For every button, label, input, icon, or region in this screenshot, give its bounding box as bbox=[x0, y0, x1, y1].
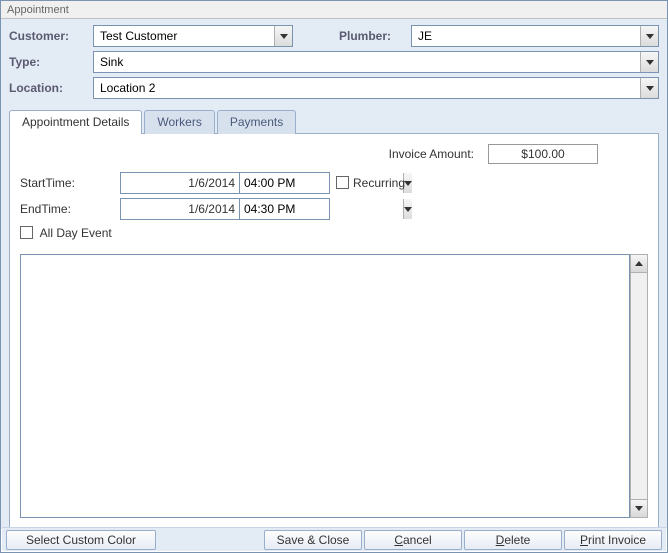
invoice-amount-value: $100.00 bbox=[488, 144, 598, 164]
recurring-checkbox[interactable] bbox=[336, 176, 349, 189]
location-input[interactable] bbox=[94, 78, 640, 98]
notes-textarea[interactable] bbox=[20, 254, 630, 518]
window-title: Appointment bbox=[7, 4, 69, 16]
end-date-input[interactable]: 1/6/2014 bbox=[120, 198, 240, 220]
allday-label: All Day Event bbox=[40, 226, 112, 240]
location-label: Location: bbox=[9, 81, 87, 95]
location-combo[interactable] bbox=[93, 77, 659, 99]
location-drop-icon[interactable] bbox=[640, 78, 658, 98]
invoice-amount-label: Invoice Amount: bbox=[389, 147, 474, 161]
header-panel: Customer: Plumber: Type: Location: bbox=[1, 19, 667, 109]
customer-input[interactable] bbox=[94, 26, 274, 46]
window-titlebar: Appointment bbox=[1, 1, 667, 19]
plumber-input[interactable] bbox=[412, 26, 640, 46]
recurring-label: Recurring bbox=[353, 176, 405, 190]
endtime-label: EndTime: bbox=[20, 202, 120, 216]
chevron-up-icon bbox=[635, 261, 643, 266]
tab-container: Appointment Details Workers Payments Inv… bbox=[1, 109, 667, 529]
scroll-down-button[interactable] bbox=[631, 499, 647, 517]
type-input[interactable] bbox=[94, 52, 640, 72]
chevron-down-icon bbox=[404, 181, 412, 186]
appointment-window: Appointment Customer: Plumber: Type: Loc… bbox=[0, 0, 668, 553]
start-time-combo[interactable] bbox=[240, 172, 330, 194]
plumber-label: Plumber: bbox=[325, 29, 405, 43]
allday-checkbox[interactable] bbox=[20, 226, 33, 239]
chevron-down-icon bbox=[646, 60, 654, 65]
chevron-down-icon bbox=[646, 86, 654, 91]
type-drop-icon[interactable] bbox=[640, 52, 658, 72]
customer-label: Customer: bbox=[9, 29, 87, 43]
chevron-down-icon bbox=[404, 207, 412, 212]
type-combo[interactable] bbox=[93, 51, 659, 73]
scroll-up-button[interactable] bbox=[631, 255, 647, 273]
chevron-down-icon bbox=[646, 34, 654, 39]
tab-page-appointment-details: Invoice Amount: $100.00 StartTime: 1/6/2… bbox=[9, 133, 659, 529]
save-close-button[interactable]: Save & Close bbox=[264, 530, 362, 550]
start-date-input[interactable]: 1/6/2014 bbox=[120, 172, 240, 194]
tab-appointment-details[interactable]: Appointment Details bbox=[9, 110, 142, 134]
bottom-toolbar: Select Custom Color Save & Close Cancel … bbox=[2, 527, 666, 551]
starttime-label: StartTime: bbox=[20, 176, 120, 190]
end-time-input[interactable] bbox=[240, 199, 403, 219]
plumber-combo[interactable] bbox=[411, 25, 659, 47]
tab-workers[interactable]: Workers bbox=[144, 110, 214, 134]
tabstrip: Appointment Details Workers Payments bbox=[9, 109, 659, 133]
end-time-combo[interactable] bbox=[240, 198, 330, 220]
print-invoice-button[interactable]: Print Invoice bbox=[564, 530, 662, 550]
customer-drop-icon[interactable] bbox=[274, 26, 292, 46]
tab-payments[interactable]: Payments bbox=[217, 110, 296, 134]
type-label: Type: bbox=[9, 55, 87, 69]
notes-scrollbar[interactable] bbox=[630, 254, 648, 518]
chevron-down-icon bbox=[635, 506, 643, 511]
plumber-drop-icon[interactable] bbox=[640, 26, 658, 46]
customer-combo[interactable] bbox=[93, 25, 293, 47]
cancel-button[interactable]: Cancel bbox=[364, 530, 462, 550]
delete-button[interactable]: Delete bbox=[464, 530, 562, 550]
select-custom-color-button[interactable]: Select Custom Color bbox=[6, 530, 156, 550]
end-time-drop-icon[interactable] bbox=[403, 199, 412, 219]
chevron-down-icon bbox=[280, 34, 288, 39]
